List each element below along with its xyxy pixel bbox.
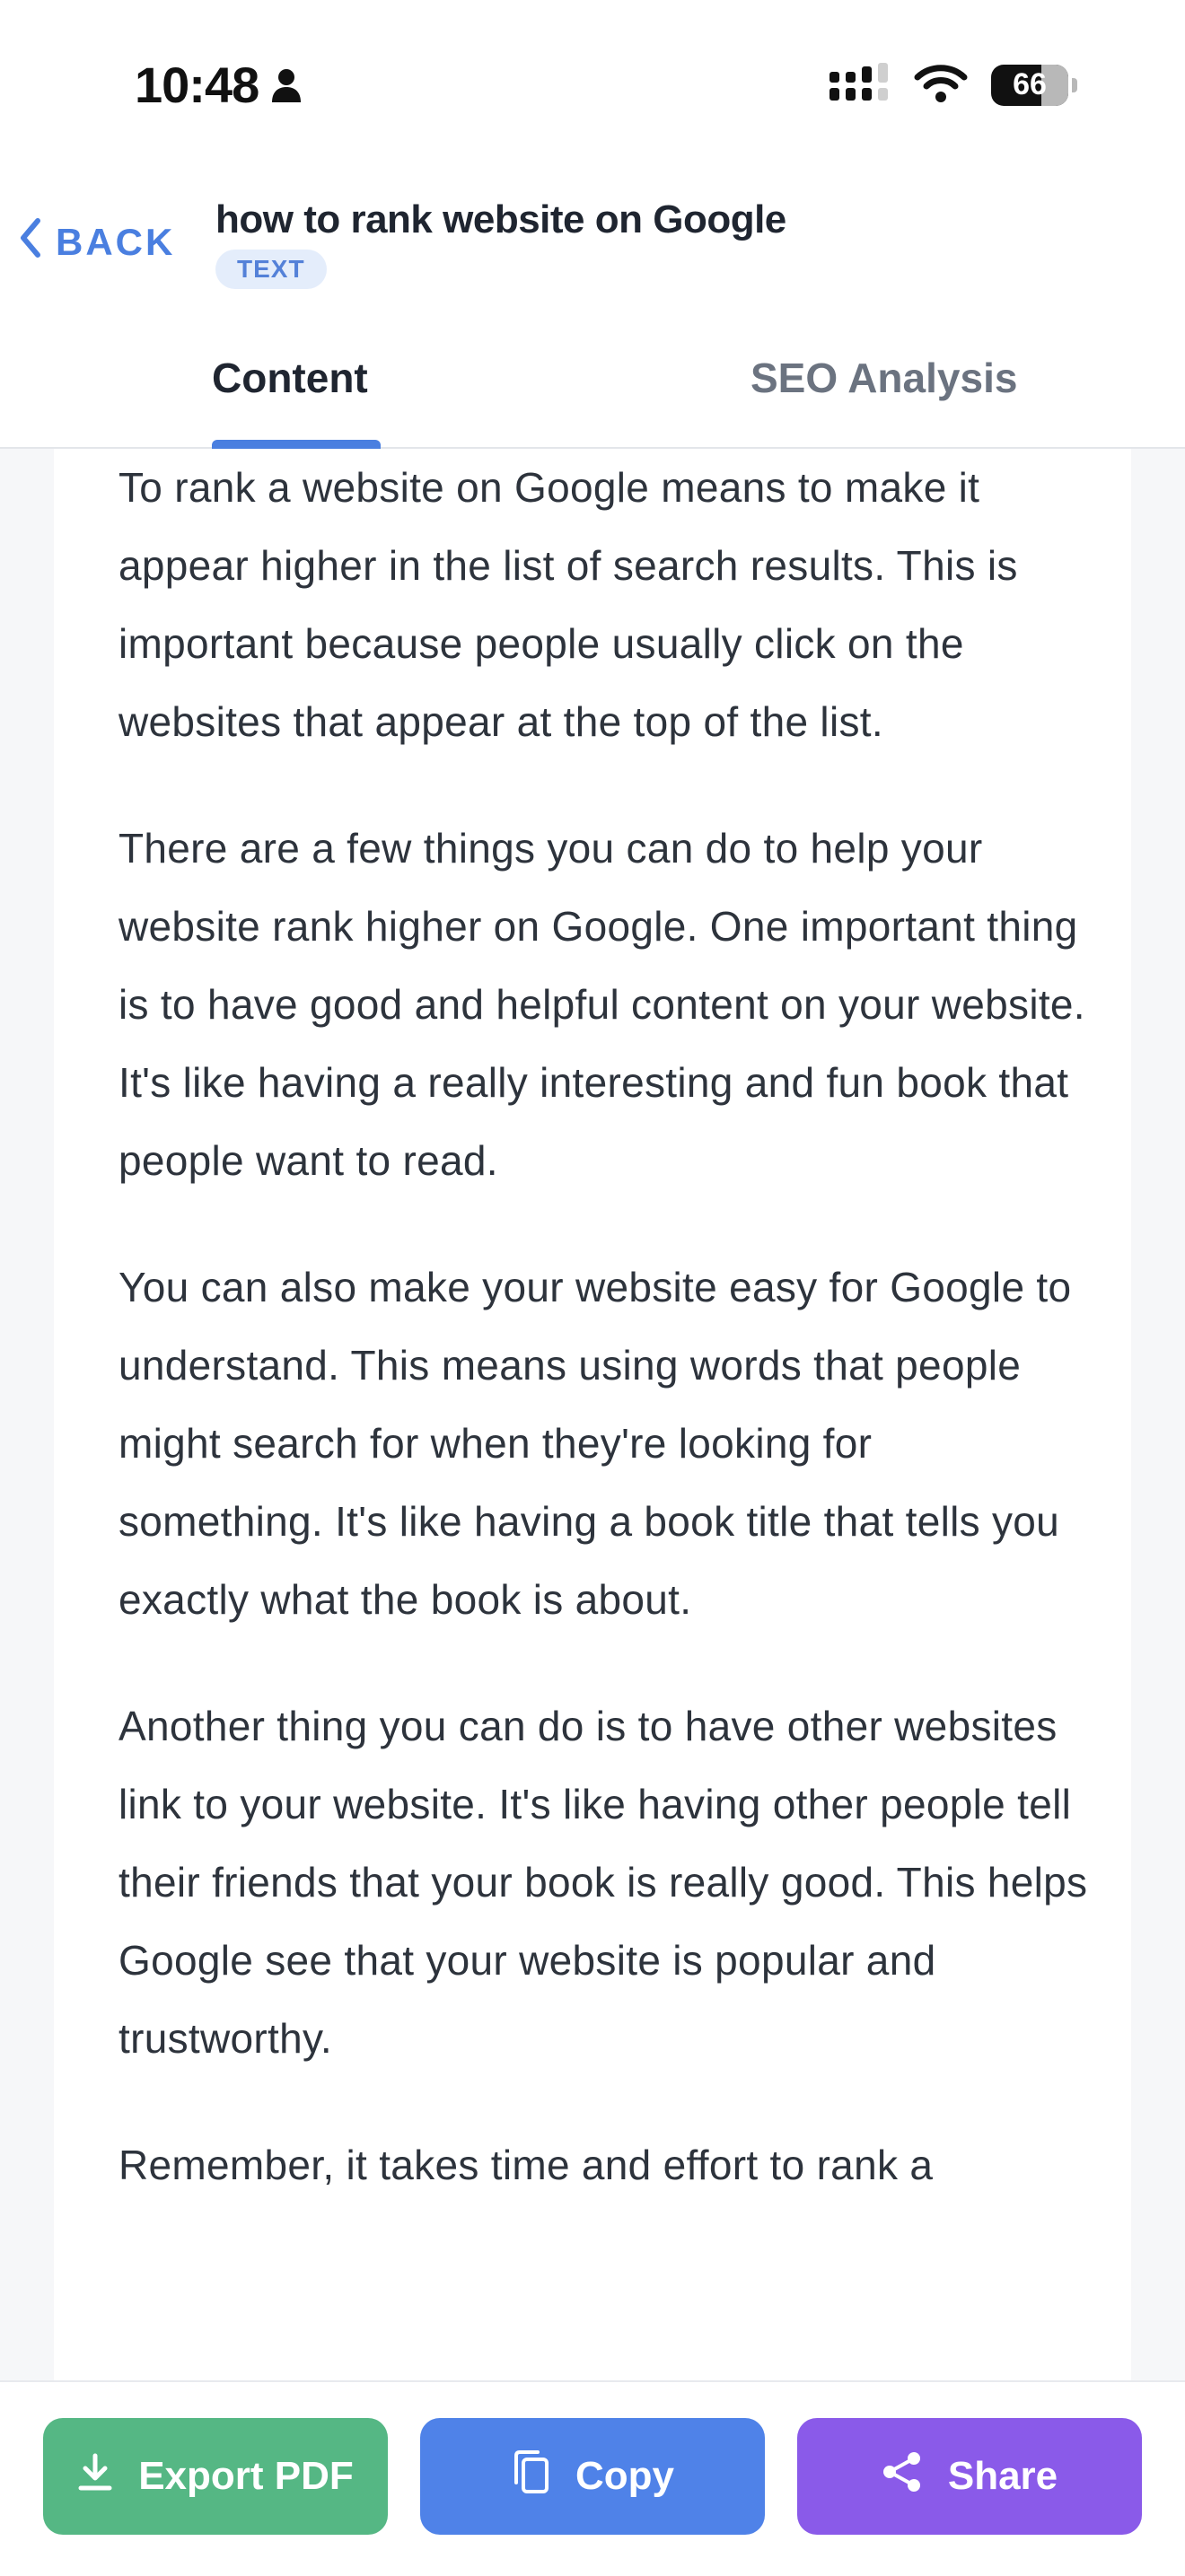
copy-icon bbox=[511, 2449, 550, 2505]
battery-icon: 66 bbox=[991, 64, 1068, 106]
tab-content[interactable]: Content bbox=[212, 354, 368, 402]
share-icon bbox=[882, 2450, 923, 2503]
export-pdf-label: Export PDF bbox=[138, 2454, 354, 2498]
wifi-icon bbox=[914, 63, 968, 107]
tab-seo-analysis[interactable]: SEO Analysis bbox=[750, 354, 1017, 402]
copy-label: Copy bbox=[575, 2454, 674, 2498]
content-paragraph: Remember, it takes time and effort to ra… bbox=[118, 2142, 934, 2188]
status-icons: 66 bbox=[830, 63, 1077, 107]
chevron-left-icon bbox=[18, 217, 43, 267]
battery-level: 66 bbox=[1013, 67, 1047, 101]
tab-bar: Content SEO Analysis bbox=[0, 332, 1185, 449]
share-button[interactable]: Share bbox=[797, 2418, 1142, 2535]
active-tab-indicator bbox=[212, 440, 381, 449]
status-time-text: 10:48 bbox=[135, 57, 259, 113]
header: BACK how to rank website on Google TEXT bbox=[0, 171, 1185, 332]
back-label: BACK bbox=[56, 221, 176, 263]
person-icon bbox=[271, 56, 302, 114]
content-paragraph: Another thing you can do is to have othe… bbox=[118, 1703, 1088, 2062]
share-label: Share bbox=[947, 2454, 1058, 2498]
back-button[interactable]: BACK bbox=[18, 217, 175, 267]
type-badge: TEXT bbox=[215, 250, 327, 289]
cellular-signal-icon bbox=[830, 63, 891, 107]
content-paragraph: There are a few things you can do to hel… bbox=[118, 825, 1085, 1184]
content-card[interactable]: To rank a website on Google means to mak… bbox=[54, 449, 1131, 2388]
export-pdf-button[interactable]: Export PDF bbox=[43, 2418, 388, 2535]
copy-button[interactable]: Copy bbox=[420, 2418, 765, 2535]
content-paragraph: To rank a website on Google means to mak… bbox=[118, 464, 1018, 745]
status-time: 10:48 bbox=[135, 56, 302, 114]
content-paragraph: You can also make your website easy for … bbox=[118, 1264, 1072, 1623]
bottom-action-bar: Export PDF Copy Share bbox=[0, 2380, 1185, 2576]
battery-tip bbox=[1072, 77, 1077, 92]
status-bar: 10:48 66 bbox=[0, 0, 1185, 171]
download-icon bbox=[77, 2452, 113, 2502]
page-title: how to rank website on Google bbox=[215, 197, 786, 241]
